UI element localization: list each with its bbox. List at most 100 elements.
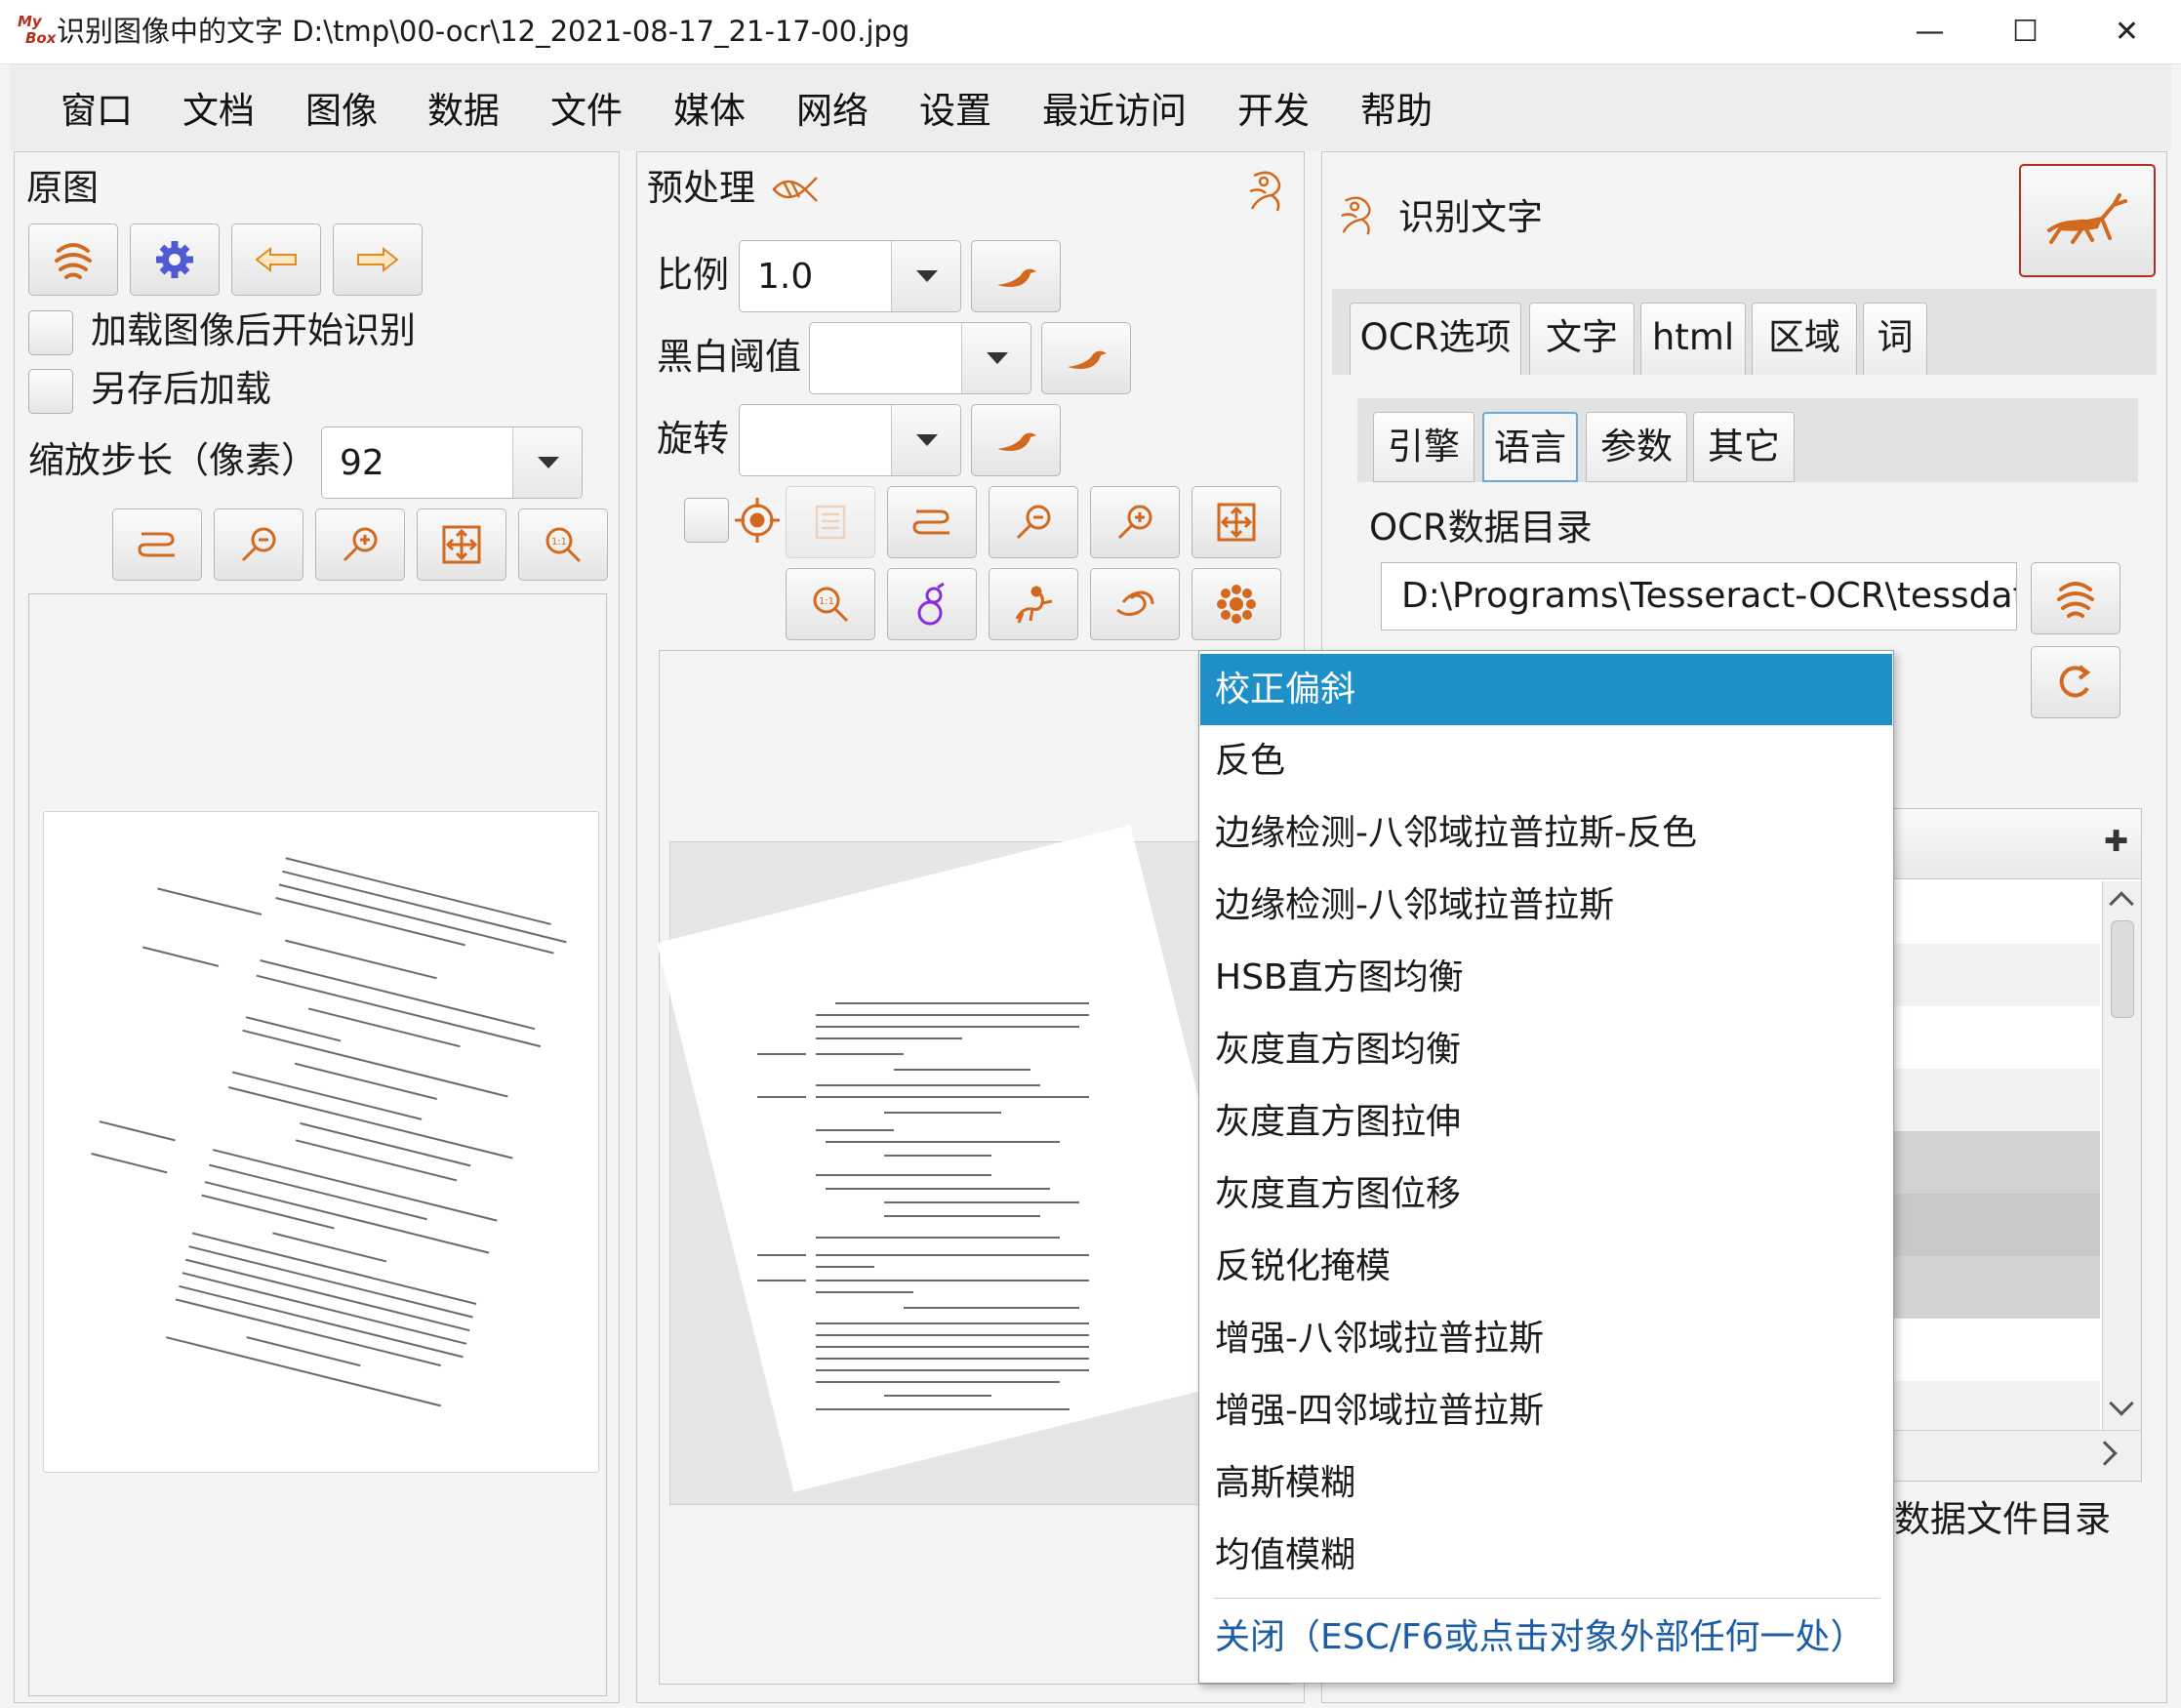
menu-item-enhance-8[interactable]: 增强-八邻域拉普拉斯 xyxy=(1200,1303,1892,1374)
menu-item-gray-stretch[interactable]: 灰度直方图拉伸 xyxy=(1200,1086,1892,1158)
scroll-right-arrow-icon[interactable] xyxy=(2092,1441,2118,1466)
load-after-save-checkbox[interactable] xyxy=(28,369,73,414)
maximize-button[interactable]: ☐ xyxy=(1974,0,2077,64)
settings-button[interactable] xyxy=(130,224,220,296)
window-title: 识别图像中的文字 D:\tmp\00-ocr\12_2021-08-17_21-… xyxy=(57,15,910,48)
zoom-in-button[interactable] xyxy=(315,508,405,581)
app-logo-bottom: Box xyxy=(25,29,57,47)
wind-button[interactable] xyxy=(1090,568,1180,640)
chevron-down-icon[interactable] xyxy=(512,427,582,498)
preprocessed-image-viewport[interactable] xyxy=(657,650,1291,1685)
threshold-apply-button[interactable] xyxy=(1041,322,1131,394)
zoom-out-button[interactable] xyxy=(989,486,1078,558)
menu-data[interactable]: 数据 xyxy=(427,64,500,150)
menu-item-close[interactable]: 关闭（ESC/F6或点击对象外部任何一处） xyxy=(1200,1602,1892,1673)
refresh-button[interactable] xyxy=(2031,646,2120,718)
menu-recent[interactable]: 最近访问 xyxy=(1042,64,1187,150)
scale-apply-button[interactable] xyxy=(971,240,1061,312)
select-area-checkbox[interactable] xyxy=(684,498,729,543)
original-size-button[interactable]: 1:1 xyxy=(518,508,608,581)
menu-develop[interactable]: 开发 xyxy=(1237,64,1310,150)
chevron-down-icon[interactable] xyxy=(891,241,960,311)
select-file-button[interactable] xyxy=(28,224,118,296)
menu-image[interactable]: 图像 xyxy=(305,64,378,150)
fit-window-button[interactable] xyxy=(417,508,506,581)
fit-window-icon xyxy=(442,525,481,564)
original-size-button[interactable]: 1:1 xyxy=(786,568,875,640)
menu-item-average-blur[interactable]: 均值模糊 xyxy=(1200,1520,1892,1591)
rotate-apply-button[interactable] xyxy=(971,404,1061,476)
zoom-out-button[interactable] xyxy=(214,508,303,581)
subtab-engine[interactable]: 引擎 xyxy=(1373,412,1474,482)
crop-button[interactable] xyxy=(786,486,875,558)
subtab-language[interactable]: 语言 xyxy=(1482,412,1578,482)
menu-item-edge-8[interactable]: 边缘检测-八邻域拉普拉斯 xyxy=(1200,870,1892,941)
chevron-down-icon[interactable] xyxy=(961,323,1030,393)
original-image-viewport[interactable] xyxy=(28,593,607,1696)
zoom-step-select[interactable]: 92 xyxy=(321,427,583,499)
tab-ocr-options[interactable]: OCR选项 xyxy=(1350,303,1521,375)
menu-item-hsb-equalize[interactable]: HSB直方图均衡 xyxy=(1200,942,1892,1013)
menu-media[interactable]: 媒体 xyxy=(673,64,746,150)
subtab-parameters[interactable]: 参数 xyxy=(1586,412,1687,482)
select-data-dir-button[interactable] xyxy=(2031,562,2120,634)
scroll-up-arrow-icon[interactable] xyxy=(2109,891,2134,916)
title-bar: My Box 识别图像中的文字 D:\tmp\00-ocr\12_2021-08… xyxy=(0,0,2181,64)
menu-item-gray-equalize[interactable]: 灰度直方图均衡 xyxy=(1200,1014,1892,1085)
pane-size-icon xyxy=(912,509,949,535)
menu-network[interactable]: 网络 xyxy=(796,64,868,150)
previous-button[interactable] xyxy=(231,224,321,296)
scale-value: 1.0 xyxy=(757,257,814,297)
menu-item-enhance-4[interactable]: 增强-四邻域拉普拉斯 xyxy=(1200,1375,1892,1446)
subtab-others[interactable]: 其它 xyxy=(1693,412,1795,482)
minimize-button[interactable]: — xyxy=(1878,0,1981,64)
tab-regions[interactable]: 区域 xyxy=(1752,303,1857,375)
add-column-button[interactable]: ✚ xyxy=(2104,823,2128,862)
pane-size-button[interactable] xyxy=(887,486,977,558)
preprocessed-image xyxy=(657,825,1268,1492)
scale-label: 比例 xyxy=(657,254,729,296)
rotate-select[interactable] xyxy=(739,404,961,476)
svg-text:1:1: 1:1 xyxy=(551,537,567,548)
menu-item-edge-8-invert[interactable]: 边缘检测-八邻域拉普拉斯-反色 xyxy=(1200,797,1892,869)
dragon-icon xyxy=(1015,586,1053,624)
menu-item-invert[interactable]: 反色 xyxy=(1200,725,1892,796)
menu-help[interactable]: 帮助 xyxy=(1360,64,1433,150)
scrollbar-thumb[interactable] xyxy=(2111,920,2134,1018)
threshold-select[interactable] xyxy=(809,322,1031,394)
menu-item-deskew[interactable]: 校正偏斜 xyxy=(1200,654,1892,725)
next-button[interactable] xyxy=(333,224,423,296)
more-operations-button[interactable] xyxy=(1191,568,1281,640)
rotate-label: 旋转 xyxy=(657,418,729,460)
refresh-icon xyxy=(2059,665,2091,698)
tab-html[interactable]: html xyxy=(1640,303,1746,375)
menu-item-gaussian-blur[interactable]: 高斯模糊 xyxy=(1200,1447,1892,1519)
menu-window[interactable]: 窗口 xyxy=(61,64,133,150)
scale-select[interactable]: 1.0 xyxy=(739,240,961,312)
app-logo: My Box xyxy=(18,14,57,53)
target-icon[interactable] xyxy=(733,496,782,545)
start-recognition-button[interactable] xyxy=(2019,164,2156,277)
tab-words[interactable]: 词 xyxy=(1863,303,1927,375)
tab-text[interactable]: 文字 xyxy=(1529,303,1635,375)
phoenix-icon xyxy=(1249,171,1281,212)
menu-document[interactable]: 文档 xyxy=(182,64,255,150)
gourd-button[interactable] xyxy=(887,568,977,640)
vertical-scrollbar[interactable] xyxy=(2102,881,2141,1430)
close-button[interactable]: ✕ xyxy=(2076,0,2178,64)
menu-file[interactable]: 文件 xyxy=(550,64,623,150)
scroll-down-arrow-icon[interactable] xyxy=(2109,1391,2134,1416)
arrow-right-icon xyxy=(357,246,399,273)
load-after-save-label: 另存后加载 xyxy=(91,368,271,410)
chevron-down-icon[interactable] xyxy=(891,405,960,475)
dragon-button[interactable] xyxy=(989,568,1078,640)
fit-window-button[interactable] xyxy=(1191,486,1281,558)
zoom-in-button[interactable] xyxy=(1090,486,1180,558)
pane-size-button[interactable] xyxy=(112,508,202,581)
load-start-checkbox[interactable] xyxy=(28,310,73,355)
pane-title-original: 原图 xyxy=(26,167,99,209)
ocr-data-dir-input[interactable]: D:\Programs\Tesseract-OCR\tessdata xyxy=(1381,562,2017,630)
menu-item-unsharp-mask[interactable]: 反锐化掩模 xyxy=(1200,1231,1892,1302)
menu-settings[interactable]: 设置 xyxy=(919,64,991,150)
menu-item-gray-shift[interactable]: 灰度直方图位移 xyxy=(1200,1159,1892,1230)
